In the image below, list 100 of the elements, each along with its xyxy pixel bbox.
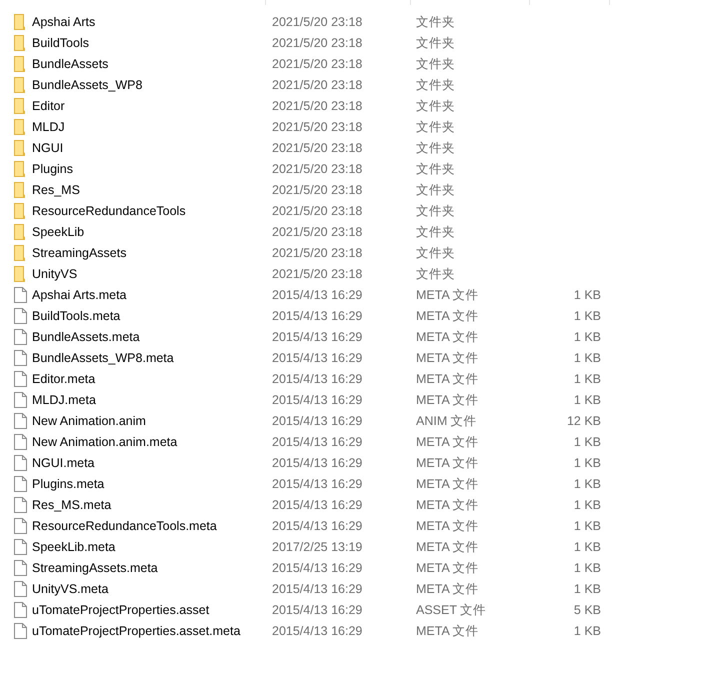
document-icon <box>14 476 27 492</box>
modified-date: 2021/5/20 23:18 <box>272 266 362 282</box>
file-name[interactable]: BuildTools <box>32 34 89 50</box>
modified-date: 2015/4/13 16:29 <box>272 434 362 450</box>
file-name[interactable]: Editor.meta <box>32 370 96 386</box>
file-type: 文件夹 <box>416 202 455 218</box>
modified-date: 2015/4/13 16:29 <box>272 622 362 638</box>
file-size: 1 KB <box>574 538 601 554</box>
file-name[interactable]: NGUI <box>32 140 64 156</box>
document-icon <box>14 328 27 344</box>
modified-date: 2015/4/13 16:29 <box>272 328 362 344</box>
document-icon <box>14 538 27 554</box>
document-icon <box>14 412 27 428</box>
file-name[interactable]: BundleAssets_WP8.meta <box>32 350 174 366</box>
file-size: 1 KB <box>574 308 601 324</box>
modified-date: 2021/5/20 23:18 <box>272 160 362 176</box>
file-type: 文件夹 <box>416 140 455 156</box>
file-type: 文件夹 <box>416 182 455 198</box>
file-type: 文件夹 <box>416 14 455 30</box>
file-type: 文件夹 <box>416 34 455 50</box>
modified-date: 2015/4/13 16:29 <box>272 286 362 302</box>
modified-date: 2015/4/13 16:29 <box>272 518 362 534</box>
file-type: META 文件 <box>416 580 479 596</box>
modified-date: 2015/4/13 16:29 <box>272 454 362 470</box>
file-name[interactable]: uTomateProjectProperties.asset <box>32 602 210 618</box>
document-icon <box>14 434 27 450</box>
file-name[interactable]: SpeekLib <box>32 224 84 240</box>
file-name[interactable]: BuildTools.meta <box>32 308 120 324</box>
modified-date: 2021/5/20 23:18 <box>272 182 362 198</box>
file-name[interactable]: Apshai Arts.meta <box>32 286 126 302</box>
modified-date: 2015/4/13 16:29 <box>272 370 362 386</box>
file-size: 1 KB <box>574 580 601 596</box>
file-size: 1 KB <box>574 370 601 386</box>
file-type: META 文件 <box>416 434 479 450</box>
folder-icon <box>14 14 25 30</box>
document-icon <box>14 560 27 576</box>
file-name[interactable]: StreamingAssets.meta <box>32 560 158 576</box>
file-name[interactable]: SpeekLib.meta <box>32 538 116 554</box>
modified-date: 2021/5/20 23:18 <box>272 224 362 240</box>
folder-icon <box>14 182 25 198</box>
file-name[interactable]: BundleAssets_WP8 <box>32 76 142 92</box>
file-size: 5 KB <box>574 602 601 618</box>
file-type: META 文件 <box>416 392 479 408</box>
file-name[interactable]: Plugins.meta <box>32 476 104 492</box>
file-type: 文件夹 <box>416 266 455 282</box>
document-icon <box>14 496 27 512</box>
file-type: META 文件 <box>416 350 479 366</box>
file-type: META 文件 <box>416 518 479 534</box>
file-name[interactable]: MLDJ.meta <box>32 392 96 408</box>
modified-date: 2015/4/13 16:29 <box>272 560 362 576</box>
file-name[interactable]: BundleAssets.meta <box>32 328 140 344</box>
file-size: 1 KB <box>574 622 601 638</box>
modified-date: 2015/4/13 16:29 <box>272 476 362 492</box>
file-name[interactable]: ResourceRedundanceTools.meta <box>32 518 217 534</box>
file-name[interactable]: UnityVS <box>32 266 78 282</box>
file-type: META 文件 <box>416 286 479 302</box>
file-type: META 文件 <box>416 454 479 470</box>
modified-date: 2021/5/20 23:18 <box>272 98 362 114</box>
file-type: 文件夹 <box>416 56 455 72</box>
modified-date: 2015/4/13 16:29 <box>272 602 362 618</box>
file-name[interactable]: Plugins <box>32 160 73 176</box>
file-size: 1 KB <box>574 496 601 512</box>
file-name[interactable]: uTomateProjectProperties.asset.meta <box>32 622 240 638</box>
file-type: 文件夹 <box>416 244 455 260</box>
folder-icon <box>14 76 25 92</box>
file-name[interactable]: ResourceRedundanceTools <box>32 202 186 218</box>
file-size: 1 KB <box>574 328 601 344</box>
modified-date: 2015/4/13 16:29 <box>272 496 362 512</box>
file-name[interactable]: Res_MS.meta <box>32 496 112 512</box>
file-name[interactable]: Apshai Arts <box>32 14 96 30</box>
file-name[interactable]: New Animation.anim.meta <box>32 434 178 450</box>
file-type: 文件夹 <box>416 98 455 114</box>
modified-date: 2015/4/13 16:29 <box>272 350 362 366</box>
file-name[interactable]: BundleAssets <box>32 56 108 72</box>
folder-icon <box>14 118 25 134</box>
file-name[interactable]: New Animation.anim <box>32 412 146 428</box>
document-icon <box>14 392 27 408</box>
document-icon <box>14 308 27 324</box>
file-name[interactable]: MLDJ <box>32 118 65 134</box>
file-type: META 文件 <box>416 622 479 638</box>
document-icon <box>14 518 27 534</box>
file-name[interactable]: Editor <box>32 98 65 114</box>
file-name[interactable]: StreamingAssets <box>32 244 126 260</box>
document-icon <box>14 370 27 386</box>
folder-icon <box>14 56 25 72</box>
file-size: 1 KB <box>574 392 601 408</box>
file-type: ASSET 文件 <box>416 602 486 618</box>
file-type: META 文件 <box>416 308 479 324</box>
folder-icon <box>14 98 25 114</box>
document-icon <box>14 622 27 638</box>
file-type: META 文件 <box>416 538 479 554</box>
modified-date: 2017/2/25 13:19 <box>272 538 362 554</box>
modified-date: 2015/4/13 16:29 <box>272 392 362 408</box>
file-name[interactable]: NGUI.meta <box>32 454 95 470</box>
document-icon <box>14 454 27 470</box>
file-size: 1 KB <box>574 350 601 366</box>
folder-icon <box>14 224 25 240</box>
modified-date: 2015/4/13 16:29 <box>272 308 362 324</box>
file-name[interactable]: UnityVS.meta <box>32 580 108 596</box>
file-name[interactable]: Res_MS <box>32 182 80 198</box>
